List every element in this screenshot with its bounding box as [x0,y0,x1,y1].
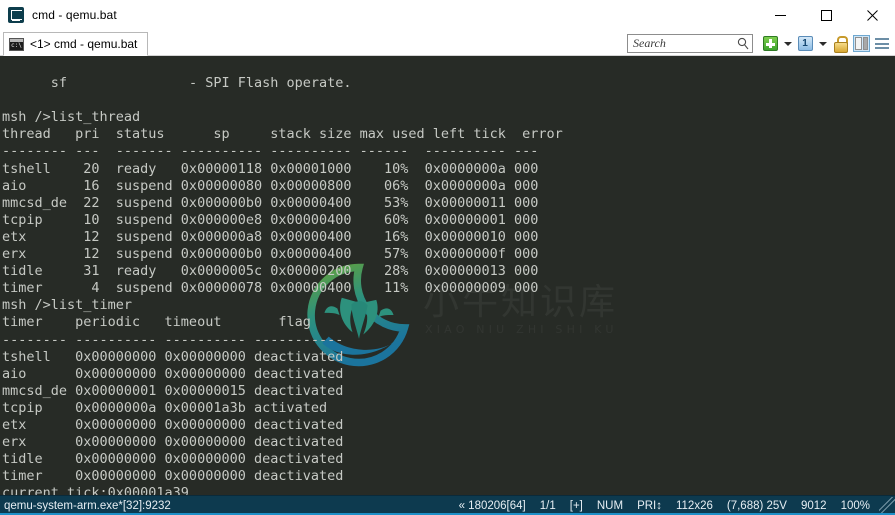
menu-icon[interactable] [873,35,891,53]
minimize-button[interactable] [757,0,803,30]
search-box[interactable] [627,34,753,53]
status-insert-mode[interactable]: [+] [563,497,590,515]
close-button[interactable] [849,0,895,30]
status-cells: « 180206[64] 1/1 [+] NUM PRI↕ 112x26 (7,… [452,497,895,515]
terminal-output[interactable]: sf - SPI Flash operate. msh />list_threa… [0,56,895,495]
status-tab-count[interactable]: 1/1 [533,497,563,515]
new-console-dropdown-icon[interactable] [782,35,793,53]
title-bar: cmd - qemu.bat [0,0,895,30]
terminal-panel[interactable]: 小牛知识库 XIAO NIU ZHI SHI KU sf - SPI Flash… [0,56,895,495]
maximize-button[interactable] [803,0,849,30]
status-process: qemu-system-arm.exe*[32]:9232 [4,499,171,512]
console-icon [9,37,24,51]
tab-label: <1> cmd - qemu.bat [30,37,138,51]
split-panel-icon[interactable] [852,35,870,53]
status-memory[interactable]: 9012 [794,497,834,515]
window-controls [757,0,895,30]
window-title: cmd - qemu.bat [32,8,117,22]
active-console-icon[interactable]: 1 [796,35,814,53]
terminal-lines: sf - SPI Flash operate. msh />list_threa… [2,75,563,495]
tab-toolbar: 1 [627,34,891,53]
resize-grip-icon[interactable] [879,497,895,515]
new-console-icon[interactable] [761,35,779,53]
conemu-icon [8,7,24,23]
status-priority[interactable]: PRI↕ [630,497,669,515]
search-icon [737,37,749,50]
status-zoom[interactable]: 100% [834,497,877,515]
status-build[interactable]: « 180206[64] [452,497,533,515]
status-console-size[interactable]: 112x26 [669,497,720,515]
tab-bar: <1> cmd - qemu.bat 1 [0,30,895,56]
conemu-window: cmd - qemu.bat <1> cmd - qemu.bat [0,0,895,515]
tab-console-1[interactable]: <1> cmd - qemu.bat [3,32,149,56]
lock-icon[interactable] [831,35,849,53]
status-num-lock[interactable]: NUM [590,497,630,515]
search-input[interactable] [633,36,737,51]
active-console-dropdown-icon[interactable] [817,35,828,53]
status-cursor-position[interactable]: (7,688) 25V [720,497,794,515]
status-bar: qemu-system-arm.exe*[32]:9232 « 180206[6… [0,495,895,515]
